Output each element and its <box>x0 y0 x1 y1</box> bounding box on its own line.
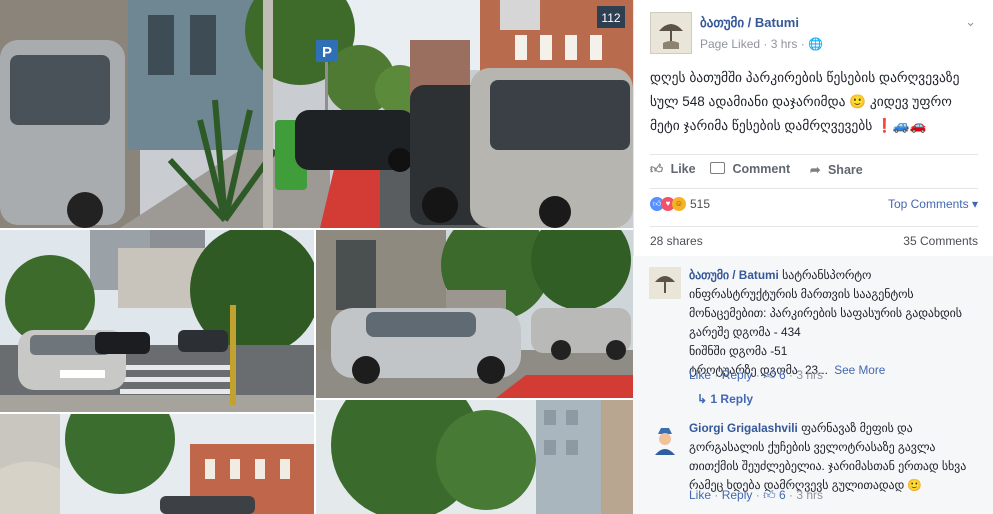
comment-author-link[interactable]: Giorgi Grigalashvili <box>689 421 798 435</box>
comment-actions: Like · Reply · 👍︎ 6 · 3 hrs <box>689 368 824 382</box>
comments-section: ბათუმი / Batumi სატრანსპორტო ინფრასტრუქტ… <box>633 256 993 514</box>
comment-button[interactable]: Comment <box>710 162 790 176</box>
divider <box>650 226 978 227</box>
comment-like-link[interactable]: Like <box>689 488 711 502</box>
comment-time[interactable]: 3 hrs <box>796 488 823 502</box>
commenter-avatar[interactable] <box>649 267 681 299</box>
comment-like-link[interactable]: Like <box>689 368 711 382</box>
divider <box>650 154 978 155</box>
comment-text-line: ნიშნში დგომა -51 <box>689 344 788 358</box>
photo-red-building[interactable] <box>0 414 314 514</box>
shares-count-link[interactable]: 28 shares <box>650 234 703 248</box>
share-arrow-icon: ➦ <box>810 163 821 177</box>
page-name-link[interactable]: ბათუმი / Batumi <box>700 15 799 31</box>
photo-trees-street[interactable] <box>316 400 633 514</box>
house-number-sign: 112 <box>601 11 620 25</box>
post-options-chevron-icon[interactable]: ⌄ <box>965 14 976 30</box>
comment-label: Comment <box>732 162 791 176</box>
stats-row: 28 shares 35 Comments <box>650 234 980 248</box>
thumbs-up-icon: 👍︎ <box>650 162 664 176</box>
post-meta: Page Liked · 3 hrs · 🌐 <box>700 37 823 51</box>
photo-crossing-car[interactable] <box>0 230 314 412</box>
comment-body: Giorgi Grigalashvili ფარნავაზ მეფის და გ… <box>689 419 979 495</box>
post-text: დღეს ბათუმში პარკირების წესების დარღვევა… <box>650 70 960 133</box>
comment-like-count[interactable]: 6 <box>779 368 786 382</box>
page-avatar[interactable] <box>650 12 692 54</box>
photo-collage: P 112 <box>0 0 633 514</box>
photo-car-on-bike-lane[interactable] <box>316 230 633 398</box>
comment-actions: Like · Reply · 👍︎ 6 · 3 hrs <box>689 488 824 502</box>
see-more-link[interactable]: See More <box>834 363 885 377</box>
share-label: Share <box>827 163 863 177</box>
reactions-row: 👍︎ ♥ ☺ 515 Top Comments ▾ <box>650 196 980 216</box>
reaction-count[interactable]: 515 <box>690 197 710 211</box>
comments-count-link[interactable]: 35 Comments <box>903 234 978 248</box>
top-comments-dropdown[interactable]: Top Comments ▾ <box>888 197 978 211</box>
share-button[interactable]: ➦ Share <box>810 162 863 177</box>
comment-body: ბათუმი / Batumi სატრანსპორტო ინფრასტრუქტ… <box>689 266 979 380</box>
haha-reaction-icon[interactable]: ☺ <box>672 197 686 211</box>
commenter-avatar[interactable] <box>649 423 681 455</box>
comment-time[interactable]: 3 hrs <box>796 368 823 382</box>
parking-sign-letter: P <box>322 44 332 61</box>
photo-street-main[interactable]: P 112 <box>0 0 633 228</box>
post-header: ბათუმი / Batumi Page Liked · 3 hrs · 🌐 ⌄ <box>650 12 980 58</box>
comment-icon <box>710 162 725 174</box>
post-actions-bar: 👍︎ Like Comment ➦ Share <box>650 160 980 180</box>
comment-like-count-icon[interactable]: 👍︎ <box>763 368 776 382</box>
comment-reply-link[interactable]: Reply <box>722 488 753 502</box>
comment-like-count-icon[interactable]: 👍︎ <box>763 488 776 502</box>
divider <box>650 188 978 189</box>
like-button[interactable]: 👍︎ Like <box>650 162 696 177</box>
view-replies-link[interactable]: ↳ 1 Reply <box>697 392 753 406</box>
comment-author-link[interactable]: ბათუმი / Batumi <box>689 268 779 282</box>
like-label: Like <box>670 162 696 176</box>
comment-like-count[interactable]: 6 <box>779 488 786 502</box>
comment-reply-link[interactable]: Reply <box>722 368 753 382</box>
